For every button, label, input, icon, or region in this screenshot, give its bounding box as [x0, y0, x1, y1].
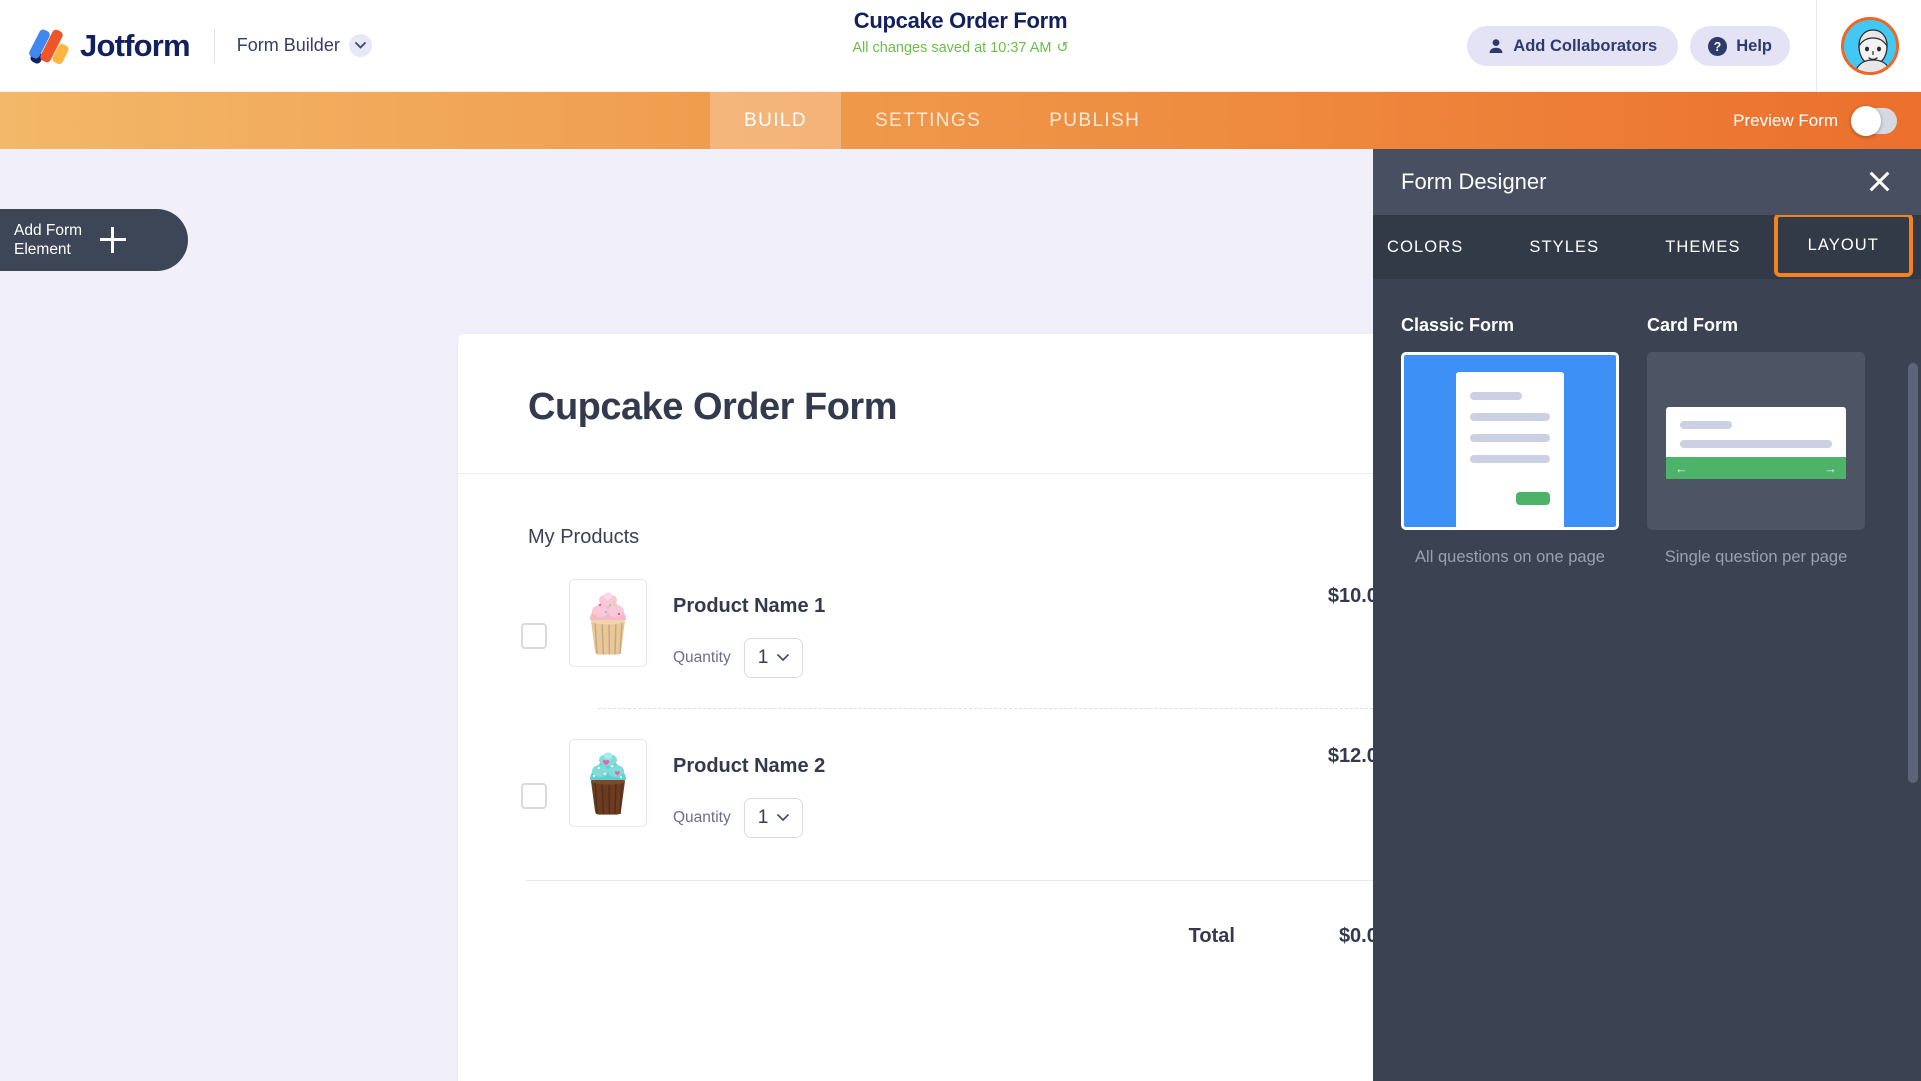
- panel-scrollbar[interactable]: [1908, 363, 1918, 783]
- question-circle-icon: ?: [1708, 36, 1728, 56]
- pink-cupcake-image: [590, 592, 626, 655]
- tab-settings[interactable]: SETTINGS: [841, 92, 1015, 149]
- quantity-value: 1: [757, 807, 769, 828]
- brand-logo[interactable]: Jotform: [0, 26, 191, 66]
- product-image[interactable]: [569, 739, 647, 827]
- card-form-caption: Single question per page: [1664, 548, 1848, 566]
- close-icon[interactable]: [1865, 167, 1893, 195]
- help-button[interactable]: ? Help: [1690, 26, 1790, 66]
- form-designer-panel: Form Designer COLORS STYLES THEMES LAYOU…: [1373, 149, 1921, 1081]
- product-name: Product Name 2: [673, 755, 826, 777]
- designer-tabs: COLORS STYLES THEMES LAYOUT: [1373, 213, 1921, 279]
- person-icon: [1489, 39, 1503, 53]
- avatar[interactable]: [1841, 17, 1899, 75]
- layout-option-classic: Classic Form All questions on one page: [1401, 315, 1619, 567]
- top-header: Jotform Form Builder Cupcake Order Form …: [0, 0, 1921, 92]
- quantity-select[interactable]: 1: [743, 638, 804, 678]
- layout-option-card: Card Form ← → Single question per page: [1647, 315, 1865, 567]
- card-preview-navbar: ← →: [1666, 457, 1846, 479]
- save-status-text: All changes saved at 10:37 AM: [852, 40, 1052, 56]
- quantity-control: Quantity 1: [673, 638, 825, 678]
- card-form-title: Card Form: [1647, 315, 1739, 335]
- card-prev-icon: ←: [1675, 460, 1688, 476]
- plus-icon: [100, 227, 127, 253]
- svg-text:?: ?: [1714, 40, 1722, 54]
- designer-title: Form Designer: [1401, 169, 1547, 194]
- add-element-line1: Add Form: [14, 222, 83, 239]
- layout-options: Classic Form All questions on one page C…: [1373, 315, 1921, 567]
- tab-themes[interactable]: THEMES: [1632, 215, 1773, 279]
- product-name: Product Name 1: [673, 595, 826, 617]
- table-row: Product Name 2 Quantity 1 $12.00: [458, 709, 1461, 838]
- preview-form-toggle[interactable]: Preview Form: [1733, 92, 1897, 149]
- quantity-select[interactable]: 1: [743, 798, 804, 838]
- chevron-down-icon[interactable]: [348, 34, 372, 57]
- card-next-icon: →: [1824, 460, 1837, 476]
- header-divider: [213, 28, 215, 63]
- preview-toggle-switch[interactable]: [1851, 105, 1897, 136]
- form-heading: Cupcake Order Form: [528, 386, 898, 428]
- layout-panel: Classic Form All questions on one page C…: [1373, 279, 1921, 567]
- tab-styles[interactable]: STYLES: [1496, 215, 1632, 279]
- add-form-element-button[interactable]: Add Form Element: [0, 209, 188, 271]
- quantity-control: Quantity 1: [673, 798, 825, 838]
- classic-preview-button: [1516, 492, 1550, 505]
- add-collaborators-button[interactable]: Add Collaborators: [1467, 26, 1679, 66]
- main-nav: BUILD SETTINGS PUBLISH Preview Form: [0, 92, 1921, 149]
- chevron-down-icon: [777, 654, 790, 662]
- form-card: Cupcake Order Form My Products Product N…: [458, 334, 1461, 1081]
- blue-cupcake-image: [590, 752, 626, 815]
- avatar-divider: [1816, 0, 1817, 92]
- product-image[interactable]: [569, 579, 647, 667]
- products-label: My Products: [528, 526, 640, 548]
- preview-form-label: Preview Form: [1733, 110, 1838, 130]
- table-row: Product Name 1 Quantity 1 $10.00: [458, 549, 1461, 678]
- add-collaborators-label: Add Collaborators: [1513, 36, 1658, 55]
- product-checkbox[interactable]: [521, 623, 547, 649]
- product-checkbox[interactable]: [521, 783, 547, 809]
- jotform-logo-icon: [26, 26, 70, 66]
- card-form-preview[interactable]: ← →: [1647, 352, 1865, 530]
- add-element-line2: Element: [14, 241, 71, 258]
- classic-form-title: Classic Form: [1401, 315, 1515, 335]
- help-label: Help: [1736, 36, 1772, 55]
- product-info: Product Name 2 Quantity 1: [673, 739, 825, 838]
- add-form-element-label: Add Form Element: [14, 221, 82, 259]
- quantity-label: Quantity: [673, 809, 731, 826]
- classic-form-caption: All questions on one page: [1415, 548, 1605, 566]
- product-info: Product Name 1 Quantity 1: [673, 579, 825, 678]
- header-actions: Add Collaborators ? Help: [1467, 0, 1921, 92]
- chevron-down-icon: [777, 814, 790, 822]
- designer-header: Form Designer: [1373, 149, 1921, 215]
- total-row: Total $0.00: [458, 881, 1461, 948]
- nav-tabs: BUILD SETTINGS PUBLISH: [710, 92, 1174, 149]
- form-builder-menu[interactable]: Form Builder: [237, 34, 372, 57]
- refresh-icon[interactable]: ↺: [1056, 40, 1068, 56]
- tab-colors[interactable]: COLORS: [1354, 215, 1496, 279]
- form-builder-label: Form Builder: [236, 35, 340, 55]
- quantity-label: Quantity: [673, 649, 731, 666]
- tab-build[interactable]: BUILD: [710, 92, 841, 149]
- classic-form-preview[interactable]: [1401, 352, 1619, 530]
- card-preview-card: ← →: [1666, 407, 1846, 479]
- tab-layout[interactable]: LAYOUT: [1773, 213, 1913, 277]
- quantity-value: 1: [757, 647, 769, 668]
- classic-preview-page: [1456, 372, 1564, 527]
- total-label: Total: [1188, 925, 1235, 947]
- jotform-form-builder: Jotform Form Builder Cupcake Order Form …: [0, 0, 1921, 1081]
- brand-name: Jotform: [80, 27, 191, 63]
- tab-publish[interactable]: PUBLISH: [1015, 92, 1174, 149]
